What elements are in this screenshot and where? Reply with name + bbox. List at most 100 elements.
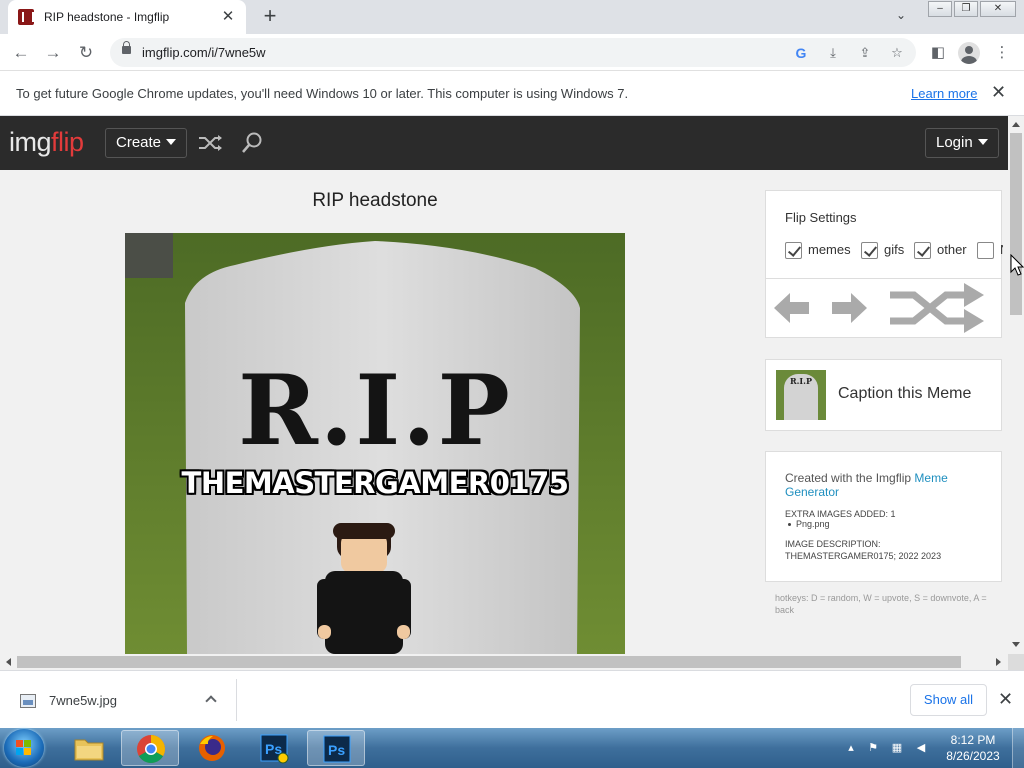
close-window-button[interactable]: ✕ [980, 1, 1016, 17]
scroll-down-arrow-icon[interactable] [1012, 642, 1020, 647]
google-icon[interactable]: G [791, 43, 811, 63]
nsfw-checkbox[interactable] [977, 242, 994, 259]
meme-thumbnail[interactable]: R.I.P [776, 370, 826, 420]
volume-muted-icon[interactable]: ◀ [914, 741, 928, 755]
memes-checkbox-label[interactable]: memes [808, 242, 851, 257]
previous-arrow-icon[interactable] [772, 289, 812, 327]
scrollbar-corner [1008, 654, 1024, 670]
taskbar-chrome[interactable] [121, 730, 179, 766]
show-all-button[interactable]: Show all [910, 684, 987, 716]
next-arrow-icon[interactable] [829, 289, 869, 327]
show-desktop-button[interactable] [1012, 728, 1024, 768]
horizontal-scrollbar[interactable] [0, 654, 1008, 670]
create-menu-button[interactable]: Create [105, 128, 188, 158]
taskbar-photoshop-installer[interactable]: Ps [245, 730, 303, 766]
new-tab-button[interactable]: + [258, 4, 282, 28]
memes-checkbox[interactable] [785, 242, 802, 259]
flip-settings-title: Flip Settings [785, 210, 857, 225]
horizontal-scroll-thumb[interactable] [17, 656, 961, 668]
svg-text:Ps: Ps [328, 742, 345, 758]
flip-settings-panel: Flip Settings memes gifs other N [765, 190, 1003, 338]
chevron-up-icon[interactable] [205, 695, 217, 707]
side-panel-icon[interactable]: ◧ [926, 41, 950, 65]
chrome-menu-icon[interactable]: ⋮ [990, 41, 1014, 65]
scroll-left-arrow-icon[interactable] [6, 658, 11, 666]
other-checkbox[interactable] [914, 242, 931, 259]
vertical-scrollbar[interactable] [1008, 116, 1024, 654]
firefox-icon [199, 735, 225, 761]
meme-image[interactable]: R.I.P THEMASTERGAMER0175 [125, 233, 625, 654]
clock-date[interactable]: 8/26/2023 [940, 749, 1006, 763]
folder-icon [74, 739, 104, 761]
created-with-text: Created with the Imgflip Meme Generator [785, 471, 948, 499]
mouse-cursor-icon [1010, 254, 1024, 276]
extra-images-label: EXTRA IMAGES ADDED: 1 [785, 509, 896, 519]
windows-taskbar: Ps Ps ▴ ⚑ ▦ ◀ 8:12 PM 8/26/2023 [0, 728, 1024, 768]
tab-title: RIP headstone - Imgflip [44, 10, 170, 24]
thumbnail-rip-text: R.I.P [790, 376, 812, 386]
taskbar-photoshop[interactable]: Ps [307, 730, 365, 766]
imgflip-favicon-icon [18, 9, 34, 25]
taskbar-firefox[interactable] [183, 730, 241, 766]
shelf-divider [236, 679, 237, 721]
bookmark-star-icon[interactable]: ☆ [887, 43, 907, 63]
image-file-icon[interactable] [20, 694, 36, 708]
imgflip-logo[interactable]: imgflip [9, 127, 84, 158]
headstone-rip-text: R.I.P [238, 354, 512, 467]
taskbar-explorer[interactable] [60, 730, 118, 766]
back-arrow-icon[interactable]: ← [9, 41, 33, 65]
scroll-up-arrow-icon[interactable] [1012, 122, 1020, 127]
flip-settings-divider [766, 278, 1002, 279]
search-icon[interactable] [241, 131, 263, 155]
extra-image-item: Png.png [788, 519, 830, 529]
hotkeys-hint: hotkeys: D = random, W = upvote, S = dow… [775, 593, 987, 615]
nsfw-checkbox-label[interactable]: N [1000, 242, 1003, 257]
meme-title: RIP headstone [312, 190, 438, 211]
download-file-name[interactable]: 7wne5w.jpg [49, 693, 117, 708]
start-button[interactable] [4, 729, 44, 767]
shuffle-icon[interactable] [198, 131, 224, 155]
browser-tab[interactable]: RIP headstone - Imgflip ✕ [8, 0, 246, 34]
profile-avatar[interactable] [958, 42, 980, 64]
tab-search-chevron-icon[interactable]: ⌄ [896, 8, 906, 22]
other-checkbox-label[interactable]: other [937, 242, 967, 257]
network-icon[interactable]: ▦ [890, 741, 904, 755]
download-shelf: 7wne5w.jpg Show all ✕ [0, 670, 1024, 728]
browser-tab-strip: RIP headstone - Imgflip ✕ + ⌄ – ❐ ✕ [0, 0, 1024, 34]
scroll-right-arrow-icon[interactable] [996, 658, 1001, 666]
url-text[interactable]: imgflip.com/i/7wne5w [142, 45, 266, 60]
learn-more-link[interactable]: Learn more [911, 86, 977, 101]
caret-down-icon [166, 139, 177, 145]
random-shuffle-icon[interactable] [888, 283, 986, 333]
vertical-scroll-thumb[interactable] [1010, 133, 1022, 315]
clock-time[interactable]: 8:12 PM [940, 733, 1006, 747]
reload-icon[interactable]: ↻ [74, 41, 98, 65]
meme-info-panel: Created with the Imgflip Meme Generator … [765, 451, 1002, 582]
imgflip-header: imgflip Create Login [0, 116, 1008, 170]
image-description-value: THEMASTERGAMER0175; 2022 2023 [785, 551, 942, 561]
tray-expand-icon[interactable]: ▴ [844, 741, 858, 755]
lock-icon[interactable] [122, 41, 131, 54]
browser-toolbar: ← → ↻ imgflip.com/i/7wne5w G ⤓ ⇪ ☆ ◧ ⋮ [0, 34, 1024, 71]
infobar-close-icon[interactable]: ✕ [991, 82, 1006, 103]
tab-close-icon[interactable]: ✕ [220, 9, 236, 25]
caption-this-meme-link[interactable]: Caption this Meme [838, 385, 971, 403]
login-button[interactable]: Login [925, 128, 999, 158]
photoshop-icon: Ps [323, 735, 351, 763]
infobar-message: To get future Google Chrome updates, you… [16, 86, 629, 101]
action-center-flag-icon[interactable]: ⚑ [866, 741, 880, 755]
chrome-icon [137, 735, 165, 763]
minimize-button[interactable]: – [928, 1, 952, 17]
image-description-label: IMAGE DESCRIPTION: [785, 539, 881, 549]
chrome-update-infobar: To get future Google Chrome updates, you… [0, 71, 1024, 116]
shelf-close-icon[interactable]: ✕ [998, 689, 1013, 710]
caption-meme-panel[interactable]: R.I.P Caption this Meme [765, 359, 1002, 431]
install-icon[interactable]: ⤓ [823, 43, 843, 63]
forward-arrow-icon[interactable]: → [41, 41, 65, 65]
gifs-checkbox[interactable] [861, 242, 878, 259]
address-bar[interactable]: imgflip.com/i/7wne5w G ⤓ ⇪ ☆ [110, 38, 916, 67]
gifs-checkbox-label[interactable]: gifs [884, 242, 904, 257]
meme-caption-text: THEMASTERGAMER0175 [181, 466, 569, 500]
restore-button[interactable]: ❐ [954, 1, 978, 17]
share-icon[interactable]: ⇪ [855, 43, 875, 63]
